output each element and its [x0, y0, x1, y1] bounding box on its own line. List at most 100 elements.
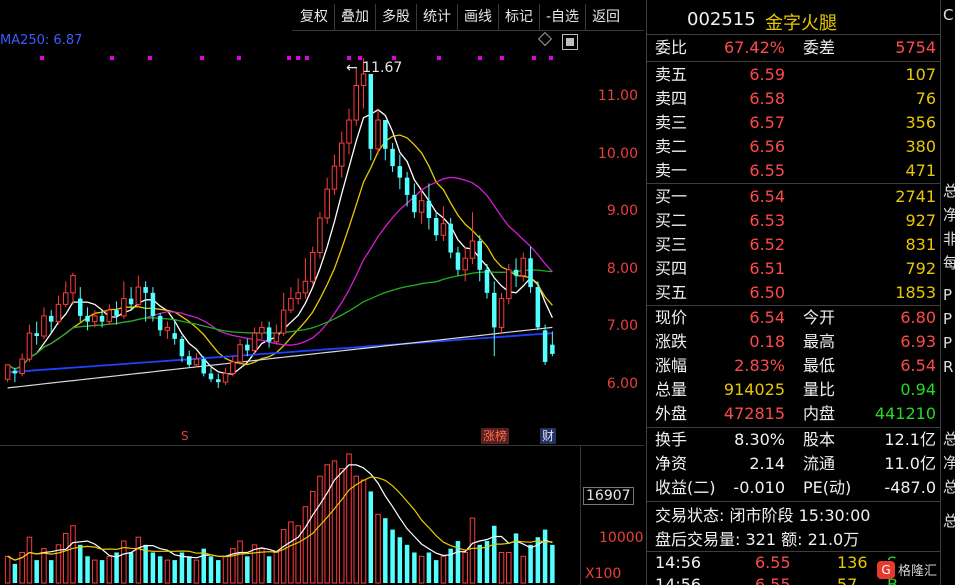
candle-body — [492, 292, 497, 328]
candle-body — [324, 188, 330, 219]
fuquan-button[interactable]: 复权 — [294, 4, 334, 30]
candle-body — [48, 315, 54, 322]
net-assets-value: 2.14 — [749, 454, 785, 473]
candle-body — [353, 84, 360, 121]
ask-row[interactable]: 卖二 6.56 380 — [647, 135, 941, 159]
ask-row[interactable]: 卖四 6.58 76 — [647, 87, 941, 111]
quote-panel: 002515 金字火腿 委比 67.42% 委差 5754 卖五 6.59 10… — [646, 0, 941, 585]
stats-button[interactable]: 统计 — [416, 4, 457, 30]
candle-body — [498, 298, 505, 328]
candle-body — [99, 315, 105, 322]
chart-divider — [0, 445, 644, 446]
bid-label: 买四 — [655, 259, 688, 278]
candle-body — [70, 275, 76, 294]
ask-row[interactable]: 卖五 6.59 107 — [647, 63, 941, 87]
candle-body — [535, 287, 541, 328]
stock-name[interactable]: 金字火腿 — [765, 9, 837, 35]
inner-volume-label: 内盘 — [803, 404, 836, 423]
volume-ma5-line — [7, 464, 553, 561]
stock-code: 002515 — [687, 9, 756, 30]
kline-chart-area[interactable]: 复权 叠加 多股 统计 画线 标记 -自选 返回 MA250: 6.87 11.… — [0, 0, 646, 585]
ask-label: 卖五 — [655, 65, 688, 84]
tick-volume: 136 — [837, 553, 868, 572]
volume-bar — [288, 521, 294, 584]
bid-row[interactable]: 买三 6.52 831 — [647, 233, 941, 257]
ask-volume: 380 — [905, 137, 936, 156]
quote-row: 涨跌 0.18 最高 6.93 — [647, 330, 941, 354]
price-tick: 11.00 — [597, 88, 638, 104]
bid-row[interactable]: 买二 6.53 927 — [647, 209, 941, 233]
volume-bar — [280, 529, 287, 584]
float-shares-label: 流通 — [803, 454, 836, 473]
event-marker-top-gainers[interactable]: 涨榜 — [481, 428, 510, 444]
bid-row[interactable]: 买五 6.50 1853 — [647, 281, 941, 305]
window-toggle-icon[interactable] — [562, 34, 578, 50]
mark-button[interactable]: 标记 — [498, 4, 539, 30]
ma120-line — [7, 332, 553, 374]
volume-bar — [353, 475, 360, 584]
volume-bar — [469, 517, 476, 584]
bid-volume: 831 — [905, 235, 936, 254]
right-column-glyph: 净 — [943, 452, 955, 473]
right-column-glyph: P — [943, 286, 953, 304]
multi-stock-button[interactable]: 多股 — [375, 4, 416, 30]
candle-body — [433, 217, 439, 236]
volume-bar — [62, 532, 69, 584]
volume-bar — [390, 529, 395, 583]
event-marker-financial[interactable]: 财 — [540, 428, 557, 444]
draw-line-button[interactable]: 画线 — [457, 4, 498, 30]
candle-body — [317, 217, 323, 254]
candle-body — [4, 364, 11, 380]
candle-body — [338, 142, 345, 167]
volume-mid-label: 10000 — [599, 530, 644, 546]
volume-bar — [186, 556, 192, 583]
volume-bar — [208, 556, 214, 583]
volume-bar — [237, 540, 243, 584]
high-value: 6.93 — [900, 332, 936, 351]
share-capital-label: 股本 — [803, 430, 836, 449]
ask-label: 卖三 — [655, 113, 688, 132]
volume-bar — [368, 491, 374, 583]
candle-body — [266, 327, 272, 342]
volume-ratio-value: 0.94 — [900, 380, 936, 399]
event-marker-s[interactable]: S — [181, 429, 189, 443]
volume-bar — [302, 506, 309, 584]
volume-bar — [346, 453, 352, 584]
bid-row[interactable]: 买四 6.51 792 — [647, 257, 941, 281]
right-column-glyph: R — [943, 358, 954, 376]
eps-value: -0.010 — [733, 478, 785, 497]
pe-value: -487.0 — [884, 478, 936, 497]
candle-body — [469, 240, 476, 259]
bid-label: 买一 — [655, 187, 688, 206]
total-volume-value: 914025 — [723, 380, 785, 399]
candle-body — [193, 358, 200, 366]
candle-body — [34, 333, 39, 337]
candle-body — [295, 292, 301, 300]
volume-bar — [78, 544, 83, 583]
quote-row: 涨幅 2.83% 最低 6.54 — [647, 354, 941, 378]
candle-body — [375, 119, 381, 150]
turnover-value: 8.30% — [734, 430, 785, 449]
remove-watchlist-button[interactable]: -自选 — [539, 4, 585, 30]
right-column-glyph: 总 — [943, 180, 955, 201]
volume-bar — [92, 559, 98, 584]
volume-bar — [150, 552, 156, 583]
candle-body — [201, 359, 206, 374]
volume-bar — [4, 555, 11, 584]
ask-row[interactable]: 卖一 6.55 471 — [647, 159, 941, 183]
right-column-glyph: 总 — [943, 428, 955, 449]
overlay-button[interactable]: 叠加 — [334, 4, 375, 30]
candle-body — [106, 309, 113, 323]
volume-bar — [216, 560, 221, 583]
kline-chart[interactable] — [0, 0, 644, 585]
change-pct-label: 涨幅 — [655, 356, 688, 375]
right-column-glyph: P — [943, 310, 953, 328]
fund-row: 换手 8.30% 股本 12.1亿 — [647, 428, 941, 452]
tick-price: 6.55 — [755, 575, 791, 585]
signal-dot — [478, 56, 482, 60]
candle-body — [26, 332, 33, 360]
ask-row[interactable]: 卖三 6.57 356 — [647, 111, 941, 135]
change-label: 涨跌 — [655, 332, 688, 351]
bid-row[interactable]: 买一 6.54 2741 — [647, 185, 941, 209]
candle-body — [208, 373, 214, 380]
